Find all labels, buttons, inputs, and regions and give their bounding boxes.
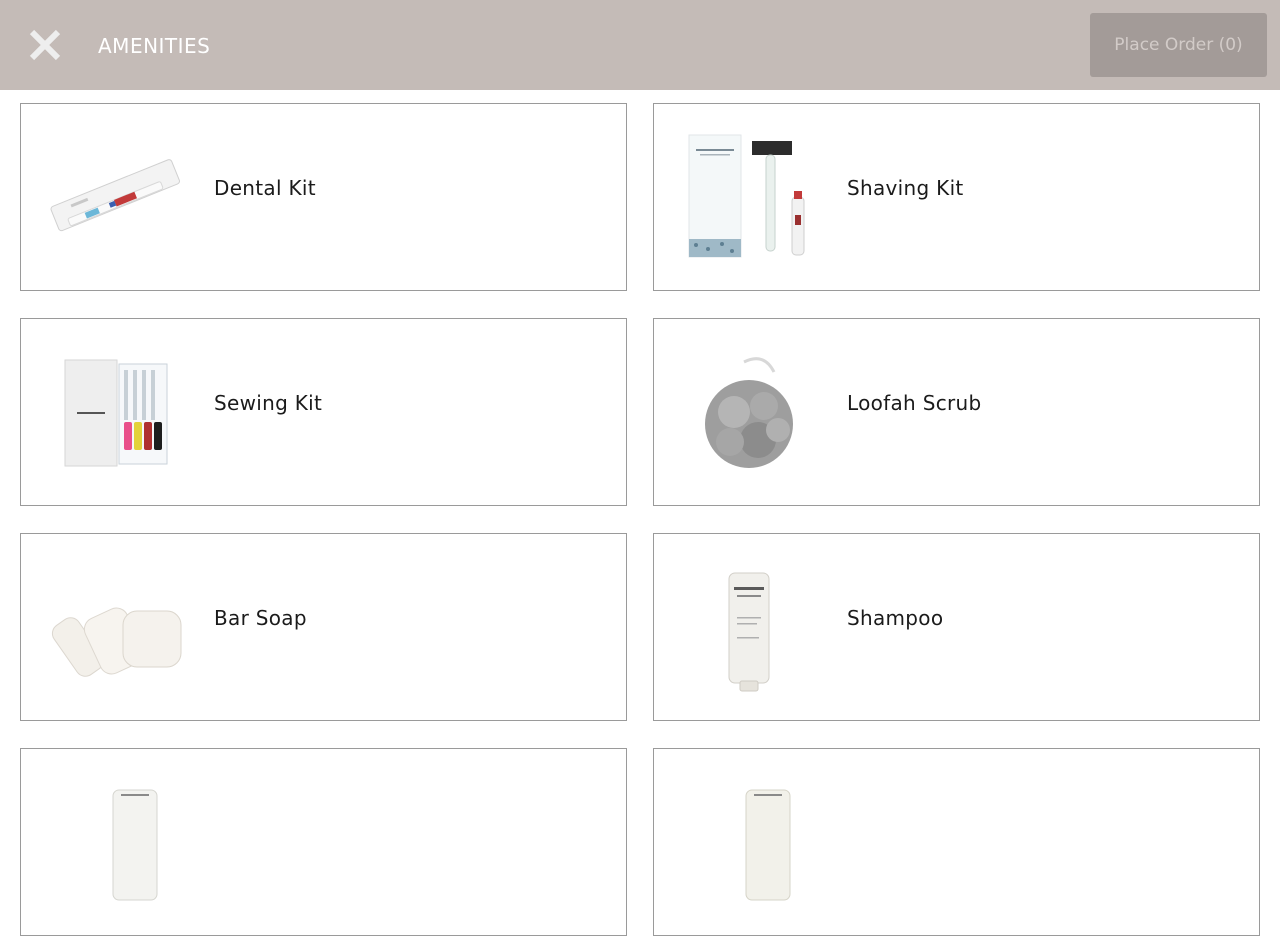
loofah-scrub-image <box>674 342 824 482</box>
amenity-label: Loofah Scrub <box>847 391 982 415</box>
amenity-card-item-7[interactable] <box>20 748 627 936</box>
amenity-card-shampoo[interactable]: Shampoo <box>653 533 1260 721</box>
amenity-label: Sewing Kit <box>214 391 323 415</box>
amenity-label: Bar Soap <box>214 606 307 630</box>
sewing-kit-image <box>41 342 191 482</box>
amenity-card-sewing-kit[interactable]: Sewing Kit <box>20 318 627 506</box>
shaving-kit-image <box>674 127 824 267</box>
amenity-label: Shampoo <box>847 606 944 630</box>
amenity-card-shaving-kit[interactable]: Shaving Kit <box>653 103 1260 291</box>
close-icon[interactable] <box>24 24 66 66</box>
amenity-label: Dental Kit <box>214 176 316 200</box>
dental-kit-image <box>41 127 191 267</box>
bottle-image <box>674 772 824 912</box>
bar-soap-image <box>41 557 191 697</box>
amenity-card-item-8[interactable] <box>653 748 1260 936</box>
header-bar: AMENITIES Place Order (0) <box>0 0 1280 90</box>
amenity-card-dental-kit[interactable]: Dental Kit <box>20 103 627 291</box>
amenity-card-loofah-scrub[interactable]: Loofah Scrub <box>653 318 1260 506</box>
amenities-grid: Dental Kit Shaving Kit Sewing Kit Loofah… <box>0 0 1280 936</box>
place-order-button[interactable]: Place Order (0) <box>1090 13 1267 77</box>
amenity-card-bar-soap[interactable]: Bar Soap <box>20 533 627 721</box>
amenity-label: Shaving Kit <box>847 176 964 200</box>
shampoo-image <box>674 557 824 697</box>
bottle-image <box>41 772 191 912</box>
page-title: AMENITIES <box>98 34 211 58</box>
